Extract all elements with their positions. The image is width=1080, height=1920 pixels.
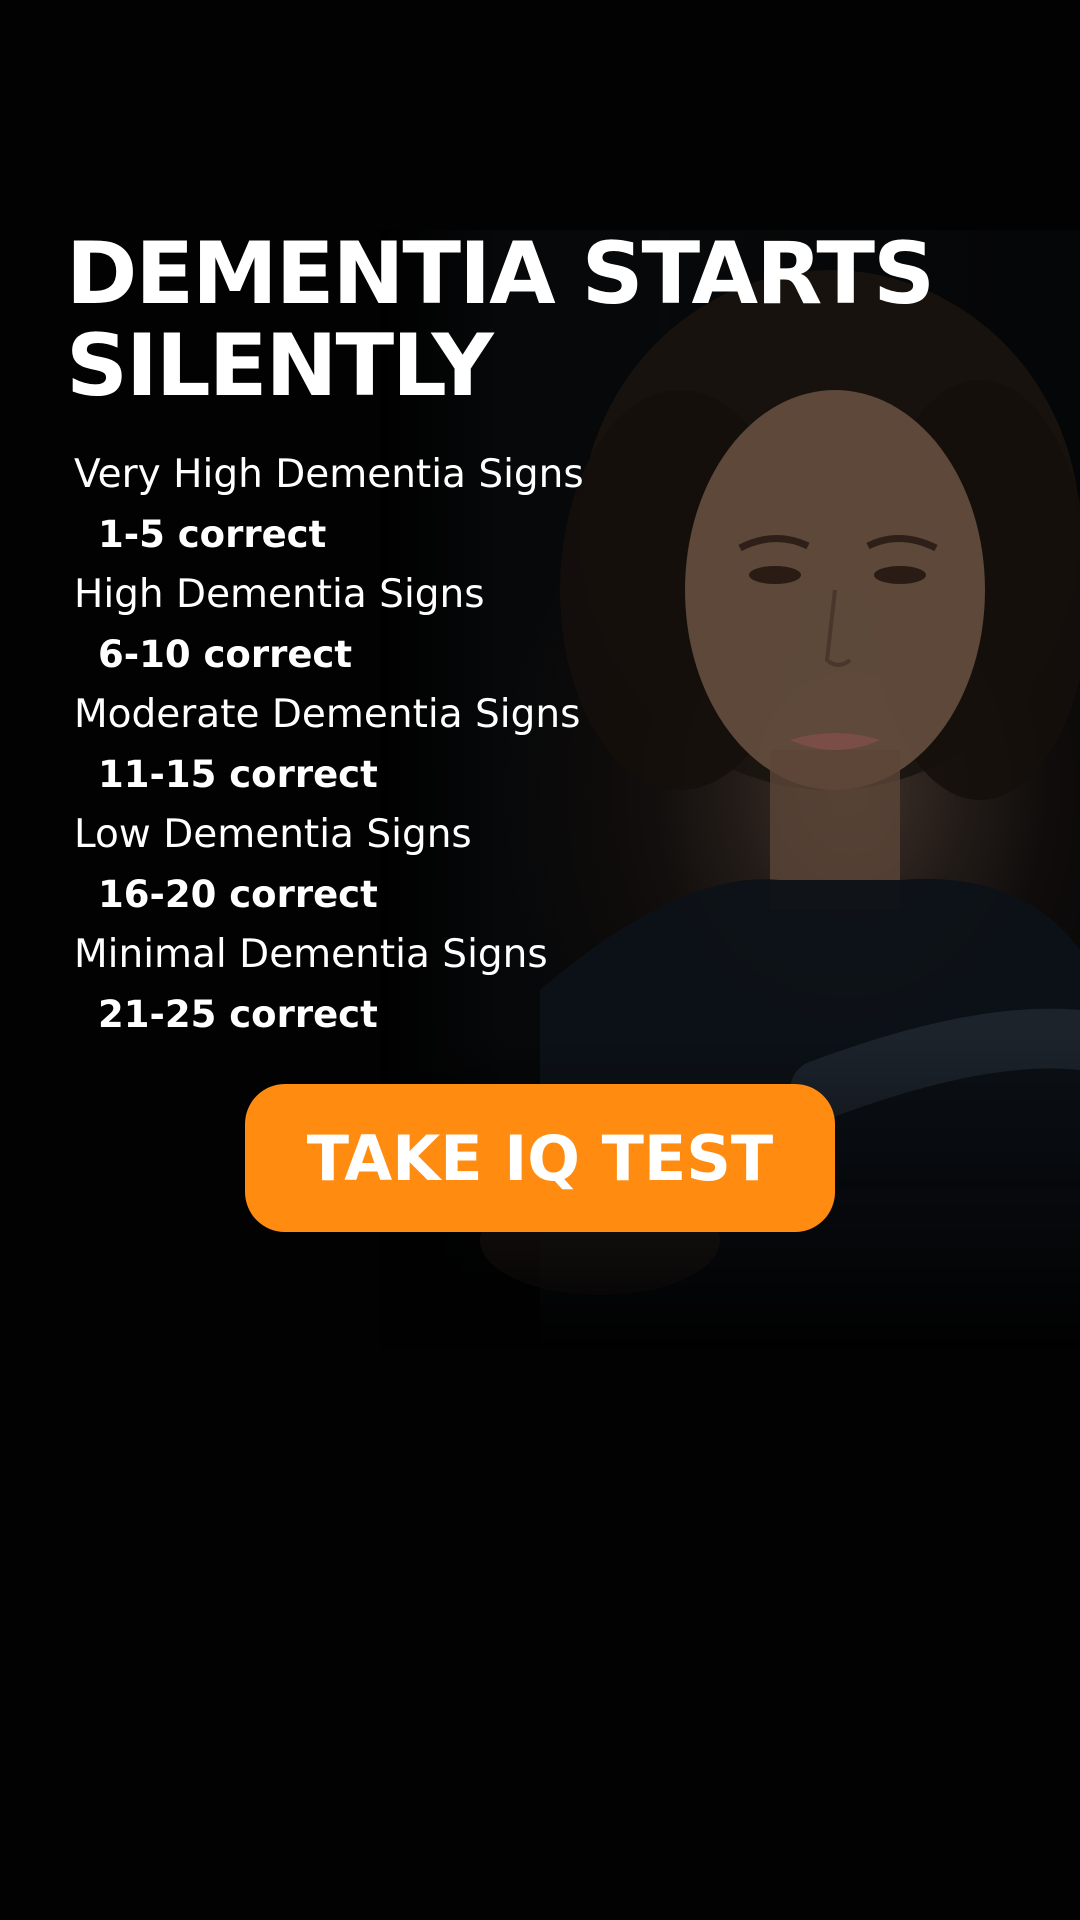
score-level-label: Minimal Dementia Signs: [74, 932, 548, 977]
score-range: 6-10 correct: [98, 633, 353, 676]
score-item: Very High Dementia Signs 1-5 correct: [74, 445, 584, 565]
score-item: Minimal Dementia Signs 21-25 correct: [74, 925, 584, 1045]
score-level-label: Moderate Dementia Signs: [74, 692, 581, 737]
score-scale-list: Very High Dementia Signs 1-5 correct Hig…: [74, 445, 584, 1045]
score-level-label: Very High Dementia Signs: [74, 452, 584, 497]
score-range: 1-5 correct: [98, 513, 327, 556]
score-range: 11-15 correct: [98, 753, 378, 796]
score-range: 21-25 correct: [98, 993, 378, 1036]
score-item: Moderate Dementia Signs 11-15 correct: [74, 685, 584, 805]
ad-page: DEMENTIA STARTS SILENTLY Very High Demen…: [0, 0, 1080, 1920]
headline-line-1: DEMENTIA STARTS: [66, 224, 935, 324]
score-range: 16-20 correct: [98, 873, 378, 916]
score-item: Low Dementia Signs 16-20 correct: [74, 805, 584, 925]
page-title: DEMENTIA STARTS SILENTLY: [66, 228, 966, 412]
score-level-label: High Dementia Signs: [74, 572, 485, 617]
headline-line-2: SILENTLY: [66, 316, 494, 416]
score-level-label: Low Dementia Signs: [74, 812, 472, 857]
take-iq-test-button[interactable]: TAKE IQ TEST: [245, 1084, 835, 1232]
score-item: High Dementia Signs 6-10 correct: [74, 565, 584, 685]
